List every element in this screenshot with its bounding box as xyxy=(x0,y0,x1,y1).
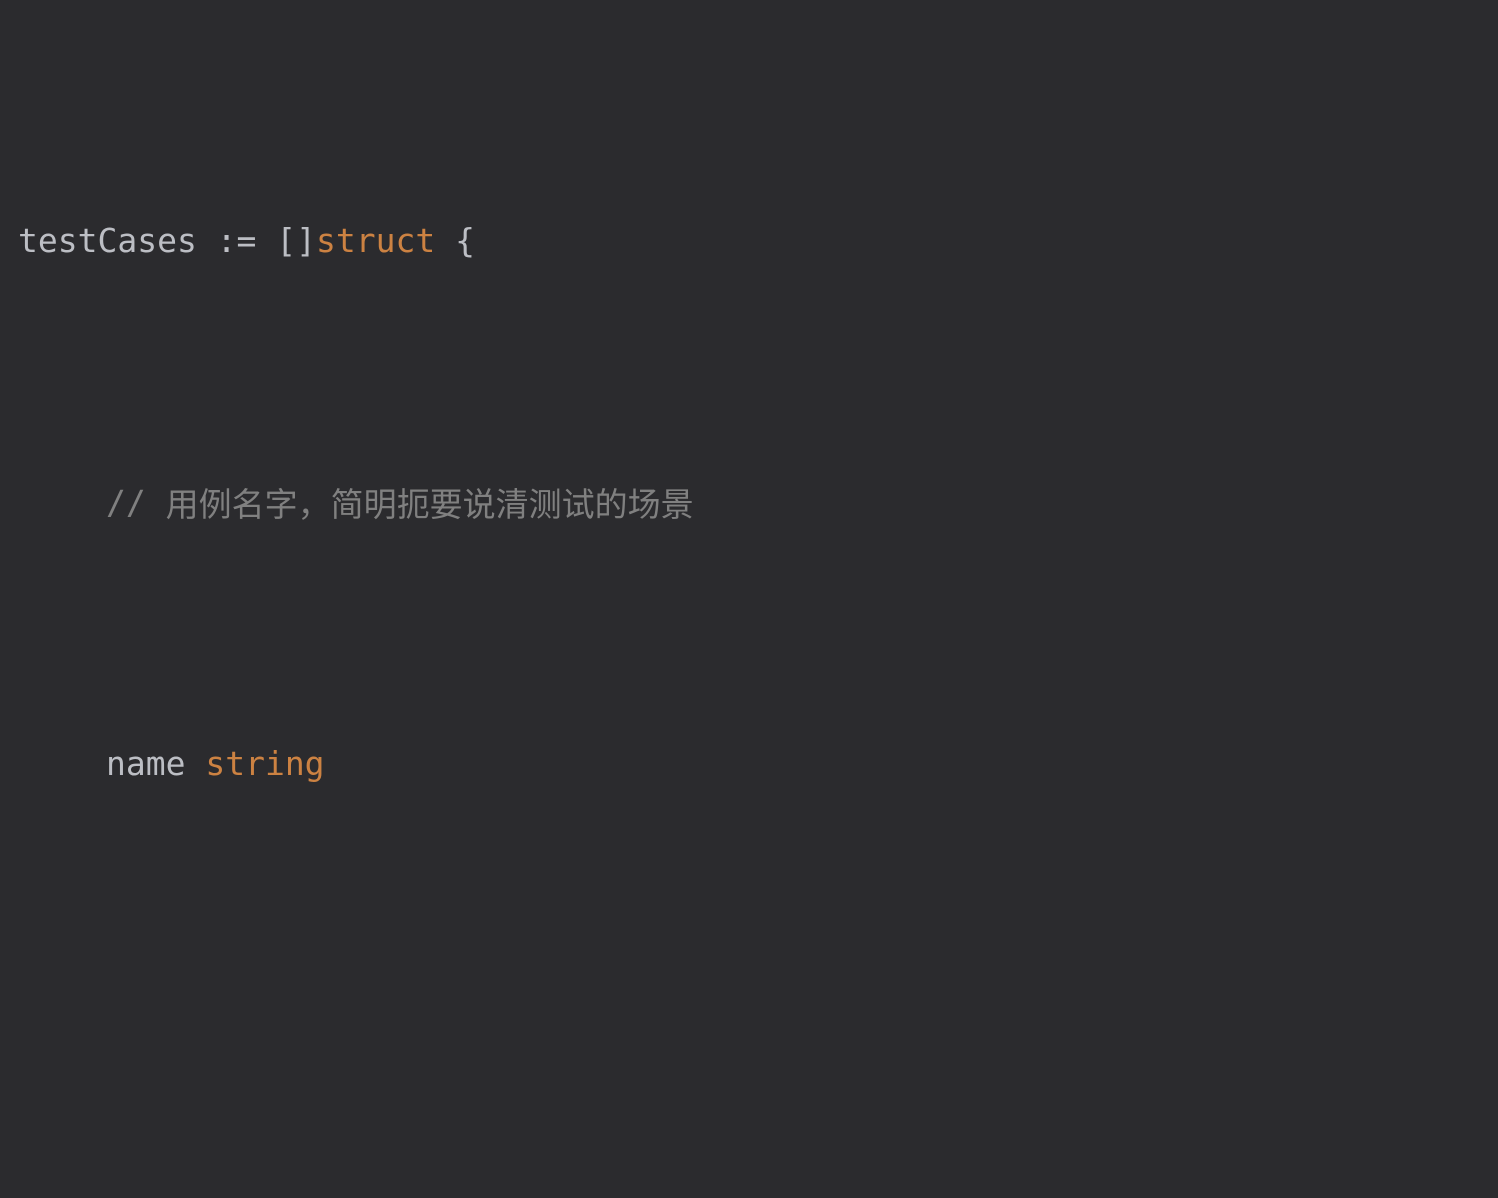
code-line: // 用例名字，简明扼要说清测试的场景 xyxy=(18,470,1498,535)
keyword-struct: struct xyxy=(316,208,435,273)
comment: // xyxy=(106,470,166,535)
comment: 用例名字，简明扼要说清测试的场景 xyxy=(166,470,694,535)
code-text: testCases xyxy=(18,208,197,273)
blank-line xyxy=(18,993,1498,1058)
type-string: string xyxy=(205,731,324,796)
code-line: testCases := []struct { xyxy=(18,208,1498,273)
code-text: := [] xyxy=(197,208,316,273)
field-name: name xyxy=(106,731,205,796)
code-text: { xyxy=(435,208,475,273)
code-line: name string xyxy=(18,731,1498,796)
code-editor[interactable]: testCases := []struct { // 用例名字，简明扼要说清测试… xyxy=(0,0,1498,1198)
